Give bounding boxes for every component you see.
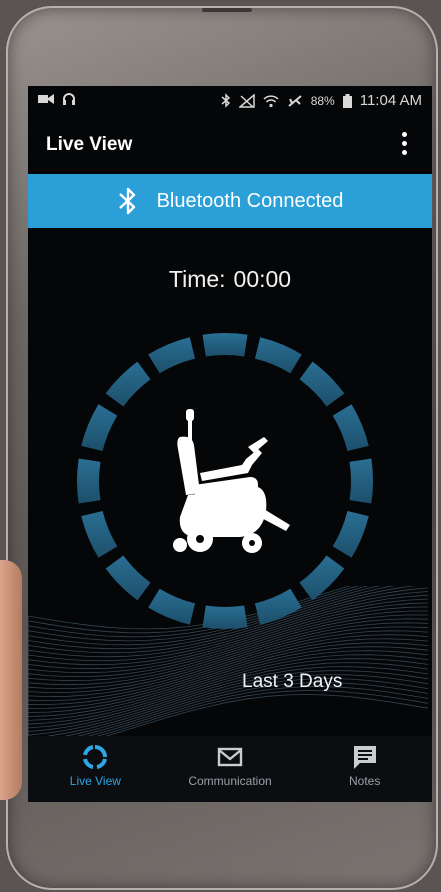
bluetooth-status-banner: Bluetooth Connected — [28, 174, 432, 228]
status-bar: 88% 11:04 AM — [28, 86, 432, 116]
bluetooth-icon — [118, 187, 135, 215]
timer-label: Time: — [168, 266, 226, 292]
bluetooth-status-text: Bluetooth Connected — [156, 189, 344, 212]
ring-segment — [349, 458, 374, 504]
bluetooth-status-icon — [221, 93, 230, 108]
ring-segment — [76, 458, 101, 504]
ring-segment — [148, 588, 196, 625]
nav-notes-label: Notes — [349, 774, 381, 788]
wave-line — [64, 678, 429, 736]
ring-segment — [148, 337, 196, 374]
overflow-menu-icon[interactable] — [400, 132, 408, 158]
wifi-icon — [263, 94, 279, 107]
battery-percent: 88% — [310, 93, 335, 108]
nav-live-view-label: Live View — [69, 774, 121, 788]
page-title: Live View — [46, 134, 133, 155]
nav-notes[interactable]: Notes — [297, 736, 432, 802]
period-label: Last 3 Days — [242, 671, 343, 692]
session-timer: Time: 00:00 — [28, 266, 432, 293]
ring-segment — [202, 332, 248, 357]
live-view-icon — [83, 745, 108, 769]
status-time: 11:04 AM — [359, 92, 422, 109]
app-bar: Live View — [28, 116, 432, 174]
nav-live-view[interactable]: Live View — [28, 736, 163, 802]
no-signal-icon — [238, 93, 255, 108]
nav-communication-label: Communication — [188, 774, 272, 788]
ring-segment — [254, 588, 302, 625]
video-camera-icon — [38, 94, 54, 104]
ring-segment — [332, 404, 369, 452]
bottom-navigation: Live View Communication Notes — [28, 736, 432, 802]
wave-line — [76, 682, 429, 736]
airplane-mode-icon — [288, 94, 302, 107]
power-wheelchair-icon — [173, 409, 290, 553]
note-icon — [353, 746, 376, 769]
ring-segment — [81, 510, 118, 558]
nav-communication[interactable]: Communication — [163, 736, 298, 802]
ring-segment — [332, 510, 369, 558]
ring-segment — [254, 337, 302, 374]
battery-icon — [342, 93, 352, 108]
phone-screen: 88% 11:04 AM Live View Bluetooth Connect… — [28, 86, 432, 802]
ring-segment — [105, 361, 151, 407]
envelope-icon — [217, 747, 243, 767]
wave-line — [28, 658, 429, 733]
holding-hand — [0, 560, 22, 800]
ring-segment — [299, 361, 345, 407]
headphones-icon — [63, 93, 75, 105]
ring-segment — [202, 605, 248, 630]
ring-segment — [81, 404, 118, 452]
wave-line — [105, 694, 429, 736]
phone-speaker — [202, 8, 252, 12]
ring-segment — [299, 555, 345, 601]
wave-line — [96, 690, 429, 736]
timer-value: 00:00 — [233, 266, 292, 292]
ring-segment — [105, 555, 151, 601]
